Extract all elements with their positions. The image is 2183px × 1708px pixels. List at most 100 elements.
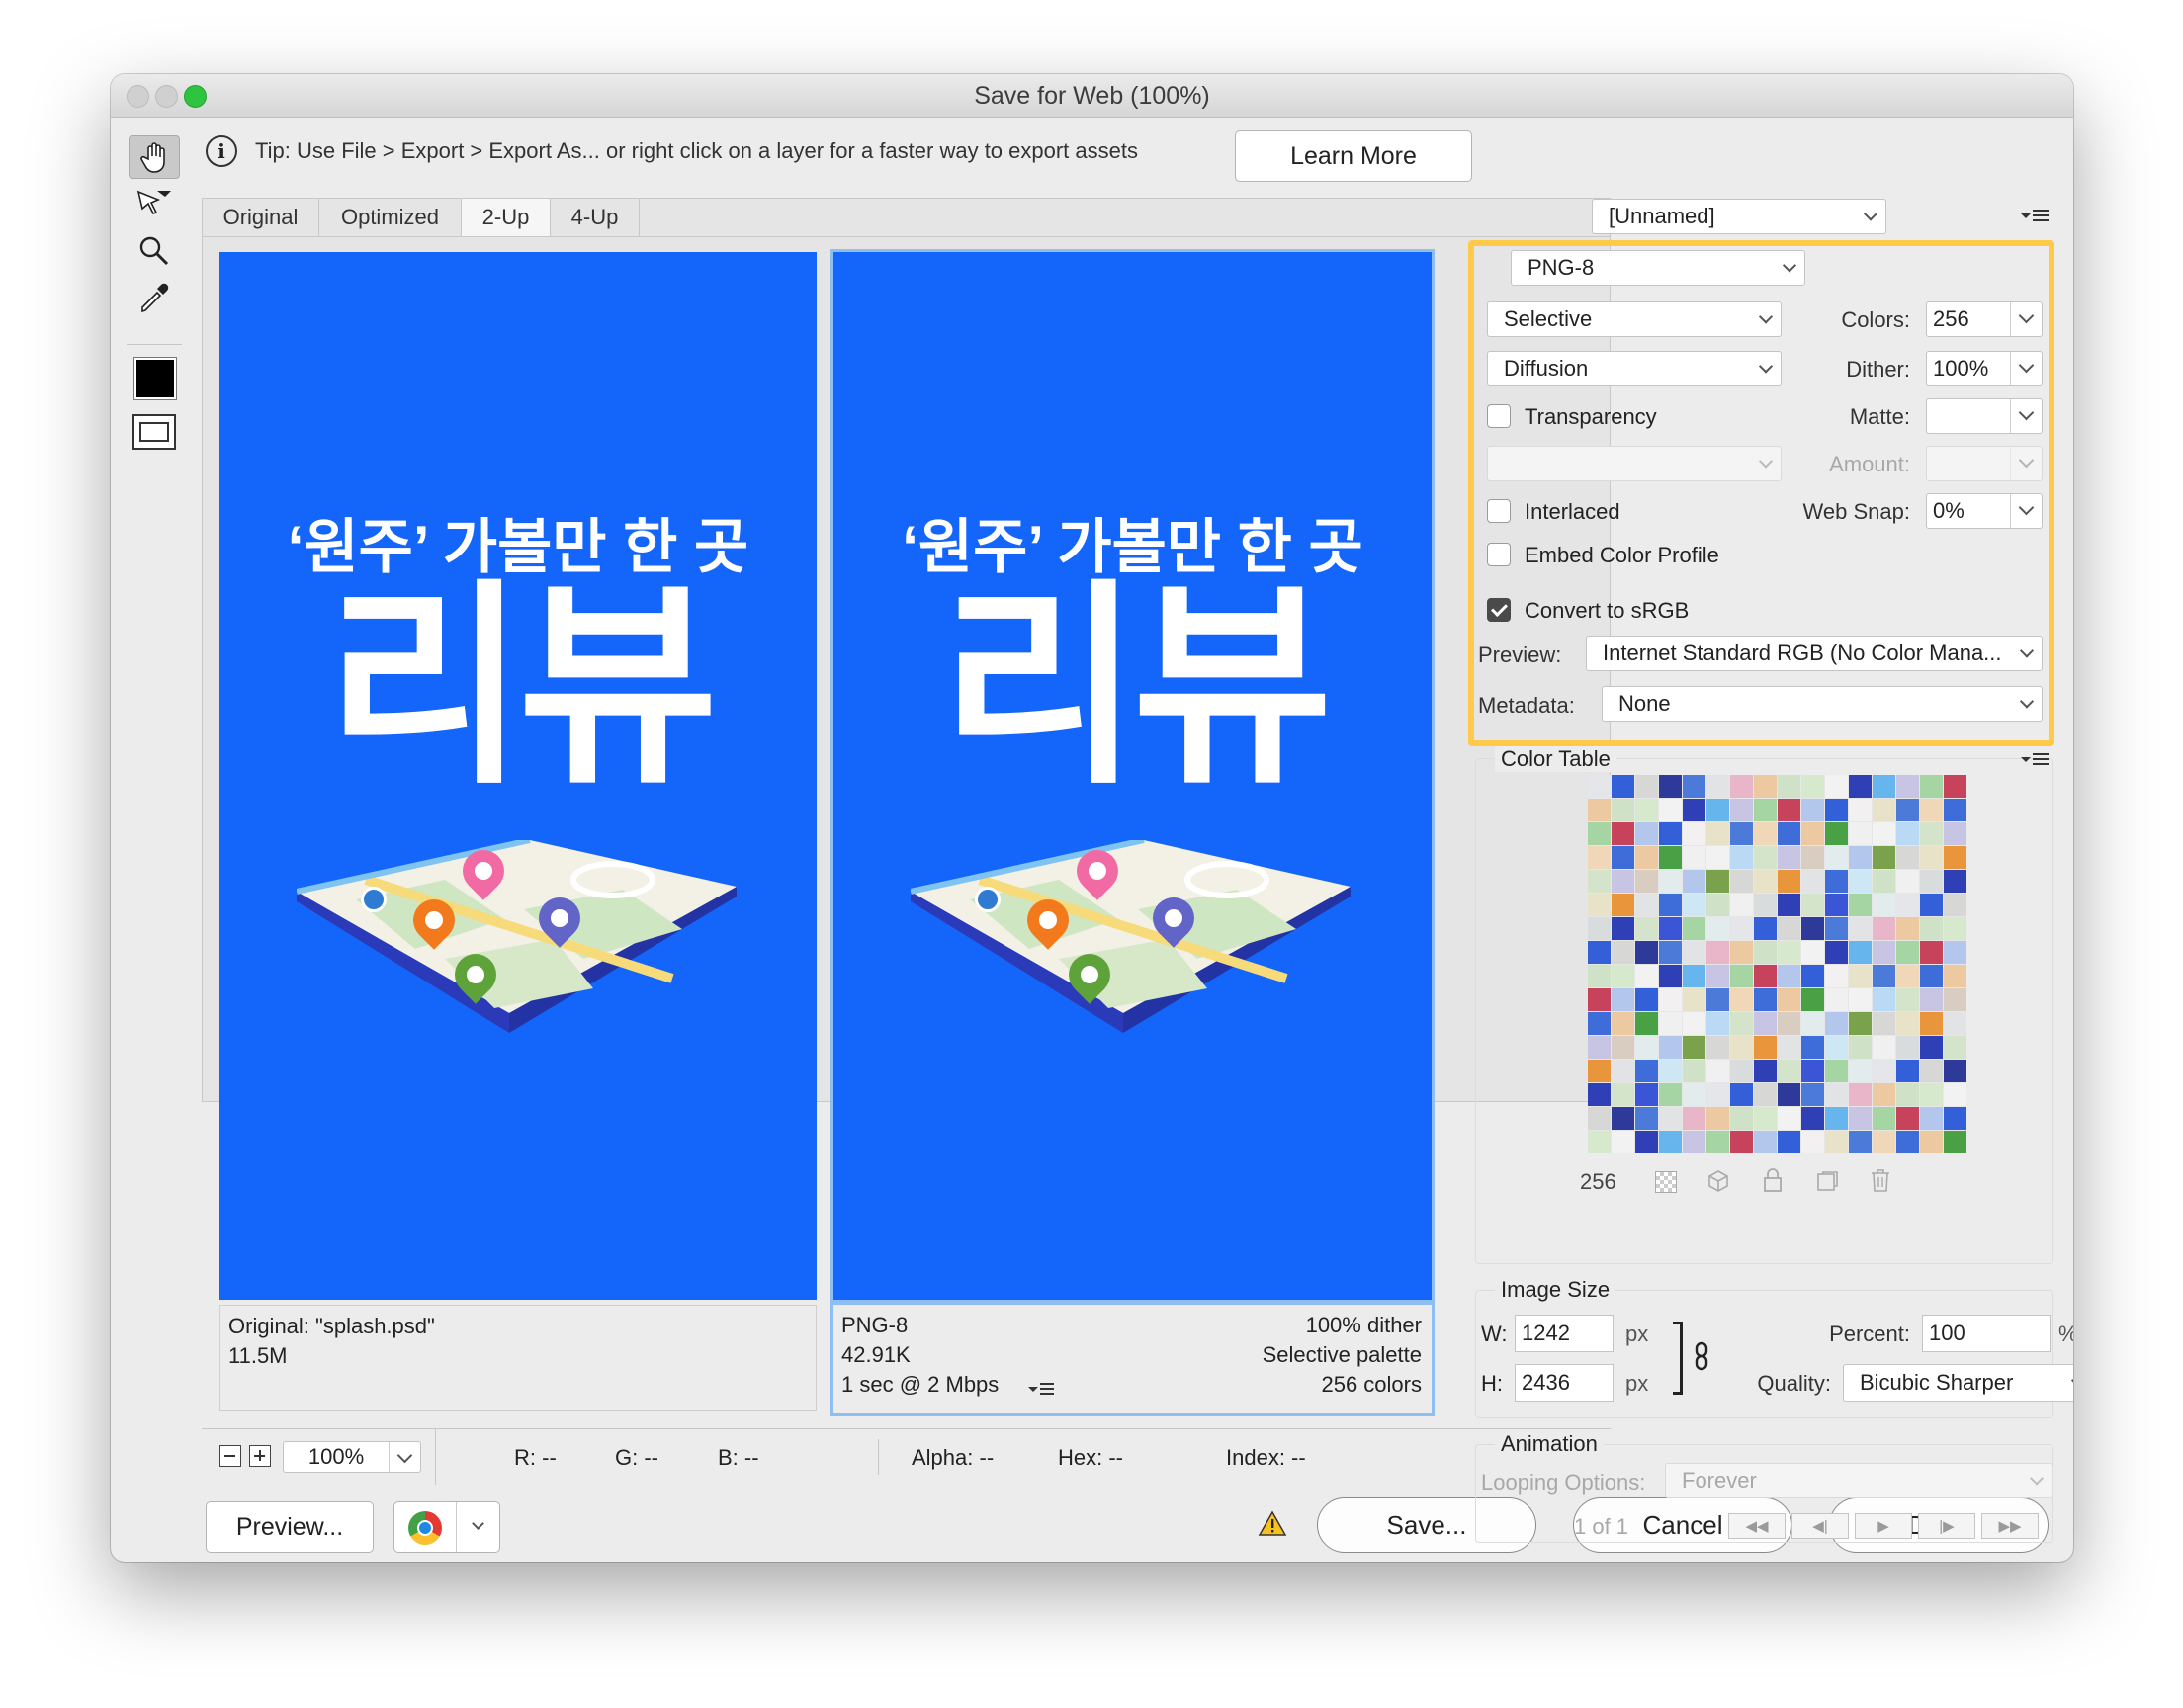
color-swatch[interactable] (1849, 941, 1872, 964)
color-swatch[interactable] (1659, 941, 1682, 964)
color-swatch[interactable] (1659, 1060, 1682, 1082)
color-swatch[interactable] (1896, 1107, 1919, 1130)
color-swatch[interactable] (1801, 1107, 1824, 1130)
color-swatch[interactable] (1920, 988, 1943, 1011)
color-swatch[interactable] (1944, 894, 1966, 916)
color-swatch[interactable] (1778, 1107, 1800, 1130)
metadata-select[interactable]: None (1602, 686, 2043, 722)
link-icon[interactable] (1693, 1341, 1710, 1371)
color-swatch[interactable] (1754, 965, 1777, 987)
color-swatch[interactable] (1778, 1036, 1800, 1059)
color-swatch[interactable] (1754, 941, 1777, 964)
color-swatch[interactable] (1683, 799, 1705, 821)
color-swatch[interactable] (1873, 988, 1895, 1011)
color-swatch[interactable] (1825, 1060, 1848, 1082)
eyedropper-color-swatch[interactable] (134, 358, 176, 399)
color-swatch[interactable] (1778, 799, 1800, 821)
color-swatch[interactable] (1659, 965, 1682, 987)
color-swatch[interactable] (1659, 1131, 1682, 1153)
color-swatch[interactable] (1635, 988, 1658, 1011)
color-swatch[interactable] (1801, 1012, 1824, 1035)
color-swatch[interactable] (1778, 1012, 1800, 1035)
color-swatch[interactable] (1849, 1083, 1872, 1106)
color-swatch[interactable] (1944, 822, 1966, 845)
color-swatch[interactable] (1706, 775, 1729, 798)
color-swatch[interactable] (1920, 799, 1943, 821)
color-swatch[interactable] (1896, 917, 1919, 940)
trash-icon[interactable] (1869, 1167, 1892, 1193)
color-swatch[interactable] (1730, 822, 1753, 845)
color-swatch[interactable] (1635, 870, 1658, 893)
color-swatch[interactable] (1659, 870, 1682, 893)
color-swatch[interactable] (1873, 1083, 1895, 1106)
color-swatch[interactable] (1896, 1060, 1919, 1082)
color-swatch[interactable] (1635, 846, 1658, 869)
color-swatch[interactable] (1873, 941, 1895, 964)
color-swatch[interactable] (1920, 941, 1943, 964)
color-swatch[interactable] (1706, 917, 1729, 940)
color-swatch[interactable] (1896, 775, 1919, 798)
color-swatch[interactable] (1825, 775, 1848, 798)
color-swatch[interactable] (1635, 1107, 1658, 1130)
color-swatch[interactable] (1896, 1131, 1919, 1153)
color-swatch[interactable] (1944, 775, 1966, 798)
color-swatch[interactable] (1944, 1036, 1966, 1059)
color-swatch[interactable] (1825, 894, 1848, 916)
color-swatch[interactable] (1612, 988, 1634, 1011)
color-swatch[interactable] (1849, 1036, 1872, 1059)
browser-select[interactable] (393, 1501, 500, 1553)
slice-select-tool-icon[interactable] (129, 181, 180, 224)
color-swatch[interactable] (1944, 1107, 1966, 1130)
color-swatch[interactable] (1730, 941, 1753, 964)
transparency-checkbox[interactable] (1487, 404, 1511, 428)
color-swatch[interactable] (1635, 1012, 1658, 1035)
color-swatch[interactable] (1588, 917, 1611, 940)
color-swatch[interactable] (1825, 870, 1848, 893)
color-table-menu-icon[interactable] (2019, 749, 2052, 769)
color-swatch[interactable] (1873, 870, 1895, 893)
interlaced-checkbox[interactable] (1487, 499, 1511, 523)
color-swatch[interactable] (1778, 1060, 1800, 1082)
color-swatch[interactable] (1612, 1036, 1634, 1059)
preview-profile-select[interactable]: Internet Standard RGB (No Color Mana... (1586, 636, 2043, 671)
color-swatch[interactable] (1612, 775, 1634, 798)
color-swatch[interactable] (1612, 799, 1634, 821)
zoom-out-button[interactable] (219, 1445, 241, 1467)
color-swatch[interactable] (1873, 894, 1895, 916)
color-swatch[interactable] (1801, 822, 1824, 845)
color-swatch[interactable] (1730, 1012, 1753, 1035)
color-swatch[interactable] (1849, 822, 1872, 845)
color-swatch[interactable] (1612, 1107, 1634, 1130)
color-swatch[interactable] (1778, 1131, 1800, 1153)
file-format-select[interactable]: PNG-8 (1511, 250, 1805, 286)
width-input[interactable]: 1242 (1515, 1315, 1614, 1352)
color-swatch[interactable] (1873, 799, 1895, 821)
color-swatch[interactable] (1920, 965, 1943, 987)
color-swatch[interactable] (1730, 1131, 1753, 1153)
color-swatch[interactable] (1706, 1060, 1729, 1082)
color-swatch[interactable] (1754, 870, 1777, 893)
color-swatch[interactable] (1612, 917, 1634, 940)
color-swatch[interactable] (1635, 894, 1658, 916)
color-swatch[interactable] (1659, 799, 1682, 821)
color-swatch[interactable] (1801, 917, 1824, 940)
color-swatch[interactable] (1612, 1012, 1634, 1035)
color-swatch[interactable] (1730, 870, 1753, 893)
color-swatch[interactable] (1659, 775, 1682, 798)
color-swatch[interactable] (1659, 822, 1682, 845)
color-swatch[interactable] (1801, 988, 1824, 1011)
eyedropper-tool-icon[interactable] (129, 277, 180, 320)
color-swatch[interactable] (1754, 1060, 1777, 1082)
color-swatch[interactable] (1944, 799, 1966, 821)
preview-in-browser-button[interactable]: Preview... (206, 1501, 374, 1553)
color-swatch[interactable] (1825, 1012, 1848, 1035)
color-swatch[interactable] (1612, 822, 1634, 845)
color-swatch[interactable] (1683, 1036, 1705, 1059)
color-swatch[interactable] (1754, 799, 1777, 821)
color-swatch[interactable] (1896, 965, 1919, 987)
color-swatch[interactable] (1778, 988, 1800, 1011)
color-swatch[interactable] (1659, 1107, 1682, 1130)
color-swatch[interactable] (1801, 1083, 1824, 1106)
web-snap-combo[interactable]: 0% (1926, 493, 2043, 529)
color-reduction-select[interactable]: Selective (1487, 301, 1782, 337)
